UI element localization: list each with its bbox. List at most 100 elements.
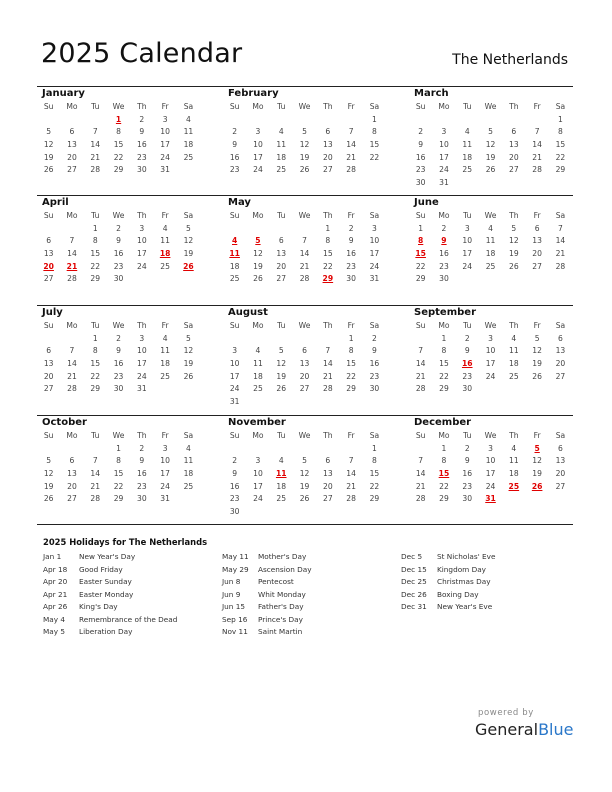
day-cell: 28 — [346, 165, 356, 175]
day-cell: 10 — [485, 456, 496, 466]
day-cell: 28 — [90, 165, 101, 175]
month-january: January Su Mo Tu We Th Fr Sa 1 2 3 4 5 6 7 8 9 10 11 12 13 14… — [37, 87, 197, 177]
weekday-header: Su — [43, 211, 54, 220]
day-cell: 1 — [441, 333, 447, 343]
generalblue-logo[interactable]: GeneralBlue — [475, 720, 573, 739]
holiday-date: Apr 20 — [43, 577, 68, 586]
day-cell: 7 — [69, 236, 75, 246]
day-cell: 24 — [160, 481, 170, 491]
day-cell: 27 — [299, 384, 310, 394]
day-cell: 11 — [183, 127, 194, 137]
day-cell: 1 — [372, 443, 377, 453]
day-cell: 22 — [346, 371, 356, 381]
weekday-header: Tu — [463, 211, 472, 220]
day-cell: 6 — [46, 346, 52, 356]
weekday-header: Th — [323, 321, 333, 330]
weekday-header: Tu — [463, 321, 472, 330]
day-cell: 13 — [43, 359, 54, 369]
day-cell: 20 — [299, 371, 310, 381]
day-cell: 4 — [255, 346, 261, 356]
day-cell: 15 — [439, 359, 449, 369]
day-cell: 1 — [325, 223, 331, 233]
empty-cell — [293, 223, 316, 236]
day-cell: 10 — [253, 140, 263, 150]
day-cell: 5 — [534, 333, 540, 343]
day-cell: 23 — [113, 371, 124, 381]
day-cell: 22 — [90, 261, 101, 271]
weekday-header: Fr — [161, 211, 169, 220]
weekday-header: Fr — [533, 211, 541, 220]
day-cell: 14 — [67, 359, 77, 369]
holiday-list-title: 2025 Holidays for The Netherlands — [43, 537, 208, 547]
weekday-header: We — [484, 321, 497, 330]
holiday-date: Jun 8 — [222, 577, 241, 586]
day-cell: 18 — [183, 140, 194, 150]
day-cell: 12 — [43, 140, 54, 150]
day-cell: 4 — [488, 223, 493, 233]
day-cell: 20 — [532, 249, 542, 259]
weekday-header: Sa — [369, 321, 380, 330]
day-cell: 23 — [113, 261, 124, 271]
weekday-header: Th — [137, 321, 147, 330]
day-cell: 18 — [276, 152, 287, 162]
weekday-header: Su — [415, 102, 426, 111]
day-cell: 2 — [464, 443, 470, 453]
day-cell: 19 — [299, 481, 310, 491]
empty-cell — [270, 114, 293, 127]
weekday-header: Th — [323, 102, 333, 111]
day-cell: 1 — [348, 333, 354, 343]
holiday-name: Ascension Day — [258, 564, 312, 574]
weekday-header: Mo — [66, 102, 78, 111]
day-cell: 24 — [485, 481, 496, 491]
day-cell: 19 — [532, 469, 542, 479]
day-cell: 11 — [509, 346, 519, 356]
day-cell: 7 — [92, 127, 98, 137]
day-cell: 2 — [372, 333, 377, 343]
weekday-header: Fr — [161, 321, 169, 330]
holiday-date: Jan 1 — [43, 552, 62, 561]
holiday-day-cell: 18 — [159, 249, 171, 259]
day-cell: 2 — [139, 114, 145, 124]
holiday-name: Pentecost — [258, 577, 294, 586]
day-cell: 18 — [462, 152, 473, 162]
weekday-header: Th — [323, 211, 333, 220]
weekday-header: Sa — [369, 102, 380, 111]
day-cell: 4 — [186, 114, 191, 124]
holiday-date: May 29 — [222, 564, 249, 574]
day-cell: 27 — [43, 274, 54, 284]
holiday-column: Dec 5 St Nicholas' Eve Dec 15 Kingdom Day De… — [401, 551, 495, 614]
day-cell: 7 — [325, 346, 331, 356]
weekday-header: Mo — [66, 431, 78, 440]
weekday-header: Th — [137, 102, 147, 111]
day-cell: 29 — [113, 494, 124, 504]
day-cell: 4 — [186, 443, 191, 453]
holiday-item: Dec 25 Christmas Day — [401, 576, 495, 589]
day-cell: 29 — [113, 165, 124, 175]
day-cell: 5 — [186, 223, 191, 233]
weekday-header: Su — [229, 211, 240, 220]
day-cell: 13 — [532, 236, 542, 246]
day-cell: 31 — [160, 165, 170, 175]
holiday-day-cell: 1 — [115, 114, 122, 124]
day-cell: 14 — [67, 249, 77, 259]
day-cell: 14 — [415, 469, 426, 479]
day-cell: 12 — [532, 346, 542, 356]
day-cell: 24 — [137, 261, 147, 271]
day-cell: 28 — [415, 384, 426, 394]
day-cell: 30 — [369, 384, 380, 394]
month-days-grid: Su Mo Tu We Th Fr Sa 1 2 3 4 5 6 7 8 9 10 11 12 13 14 15 16 17 1… — [409, 210, 569, 286]
holiday-date: May 4 — [43, 614, 66, 624]
day-cell: 29 — [555, 165, 566, 175]
empty-cell — [223, 443, 246, 456]
day-cell: 3 — [372, 223, 377, 233]
day-cell: 13 — [509, 140, 519, 150]
holiday-item: Jun 9 Whit Monday — [222, 589, 312, 602]
day-cell: 26 — [532, 371, 542, 381]
day-cell: 7 — [418, 456, 424, 466]
day-cell: 1 — [92, 333, 98, 343]
day-cell: 12 — [509, 236, 519, 246]
day-cell: 27 — [43, 384, 54, 394]
day-cell: 19 — [299, 152, 310, 162]
day-cell: 29 — [439, 494, 449, 504]
day-cell: 28 — [90, 494, 101, 504]
